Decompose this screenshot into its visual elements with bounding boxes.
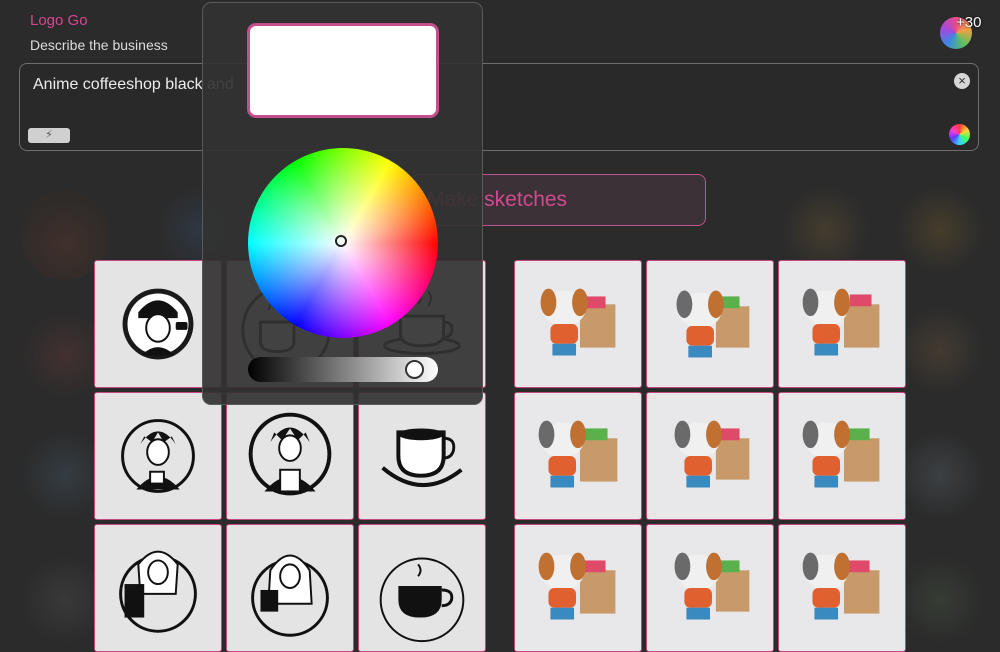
logo-result-tile[interactable] [646, 524, 774, 652]
puppy-shopping-bag-image [676, 290, 750, 358]
logo-result-tile[interactable] [514, 260, 642, 388]
color-wheel[interactable] [248, 148, 438, 338]
credits-count: +30 [956, 14, 982, 31]
coffee-cup-swirl-logo [381, 428, 463, 488]
puppy-shopping-bag-image [802, 420, 880, 488]
puppy-shopping-bag-image [538, 552, 616, 620]
logo-result-tile[interactable] [514, 524, 642, 652]
logo-result-tile[interactable] [778, 392, 906, 520]
logo-result-tile[interactable] [226, 524, 354, 652]
background-logo [895, 430, 985, 520]
background-logo [895, 185, 985, 275]
close-icon[interactable]: × [954, 73, 970, 89]
anime-barista-logo [248, 412, 332, 496]
logo-result-tile[interactable] [94, 392, 222, 520]
color-wheel-icon[interactable] [949, 124, 970, 145]
logo-result-tile[interactable] [514, 392, 642, 520]
magic-wand-button[interactable]: ⚡ [28, 128, 70, 143]
color-picker-popover [202, 2, 483, 405]
logo-result-tile[interactable] [94, 524, 222, 652]
puppy-shopping-bag-image [674, 420, 750, 488]
brightness-slider[interactable] [248, 357, 438, 382]
prompt-input[interactable]: Anime coffeeshop black and × ⚡ [19, 63, 979, 151]
anime-boy-coffee-logo [121, 419, 195, 493]
logo-result-tile[interactable] [778, 260, 906, 388]
logo-result-tile[interactable] [646, 392, 774, 520]
anime-girl-drinking-coffee-logo [251, 554, 329, 637]
logo-result-tile[interactable] [646, 260, 774, 388]
puppy-shopping-bag-image [802, 288, 880, 356]
brightness-slider-handle[interactable] [405, 360, 425, 379]
puppy-shopping-bag-image [674, 552, 750, 620]
logo-result-tile[interactable] [358, 524, 486, 652]
puppy-shopping-bag-image [540, 288, 616, 356]
prompt-label: Describe the business [30, 37, 168, 53]
background-logo [895, 305, 985, 395]
logo-result-tile[interactable] [358, 392, 486, 520]
color-wheel-handle[interactable] [335, 235, 347, 247]
background-logo [895, 555, 985, 645]
puppy-shopping-bag-image [538, 420, 618, 488]
logo-result-tile[interactable] [226, 392, 354, 520]
coffee-cup-circle-logo [379, 557, 465, 643]
selected-color-swatch[interactable] [247, 23, 439, 118]
puppy-shopping-bag-image [802, 552, 880, 620]
anime-girl-coffee-machine-logo [119, 550, 197, 633]
logo-result-tile[interactable] [778, 524, 906, 652]
app-title: Logo Go [30, 12, 88, 29]
